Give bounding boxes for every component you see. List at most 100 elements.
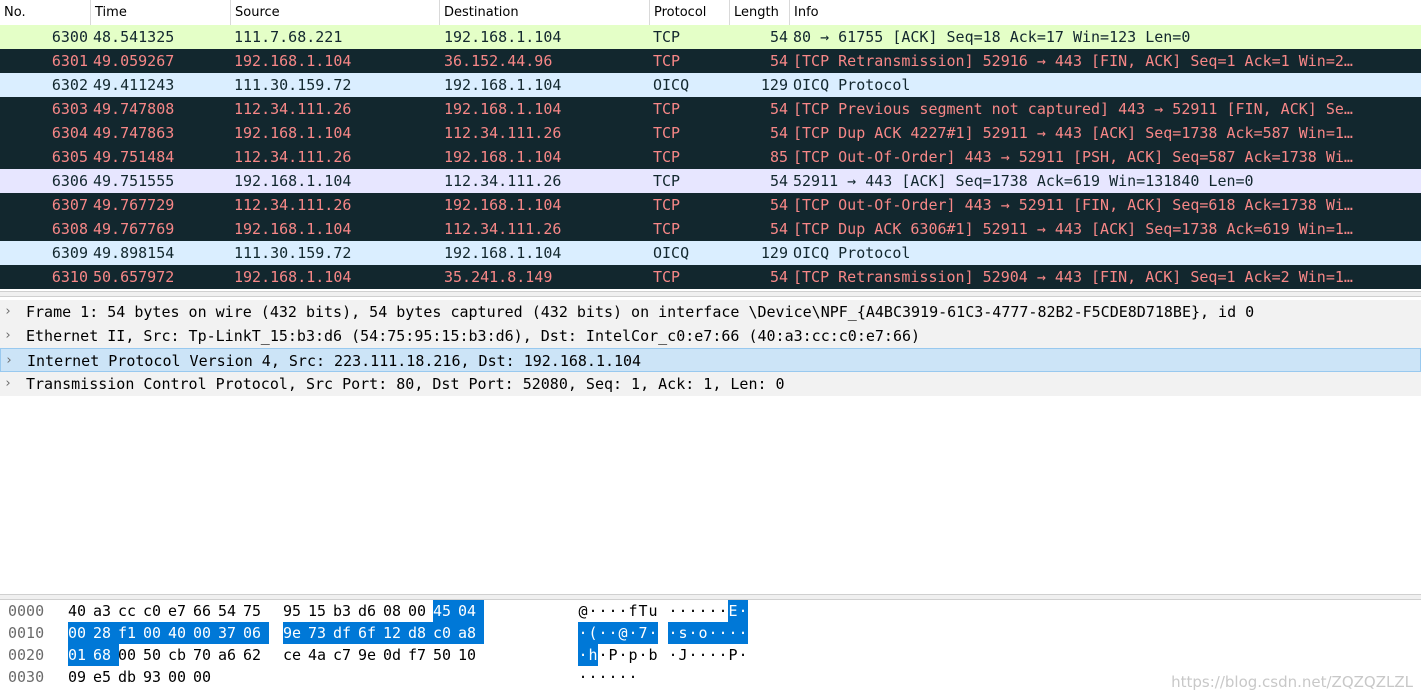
hex-byte[interactable]: 00 [193, 622, 219, 644]
ascii-byte[interactable]: · [698, 644, 708, 666]
hex-byte[interactable]: 93 [143, 666, 169, 688]
hex-byte[interactable]: 75 [243, 600, 269, 622]
ascii-byte[interactable]: · [628, 622, 638, 644]
packet-row[interactable]: 6304 49.747863 192.168.1.104 112.34.111.26 T… [0, 121, 1421, 145]
hex-byte[interactable]: 08 [383, 600, 409, 622]
hex-byte[interactable]: 45 [433, 600, 459, 622]
packet-row[interactable]: 6303 49.747808 112.34.111.26 192.168.1.104 T… [0, 97, 1421, 121]
ascii-byte[interactable]: · [728, 622, 738, 644]
ascii-byte[interactable]: · [578, 644, 588, 666]
packet-list-pane[interactable]: No. Time Source Destination Protocol Len… [0, 0, 1421, 290]
packet-row[interactable]: 6307 49.767729 112.34.111.26 192.168.1.104 T… [0, 193, 1421, 217]
ascii-byte[interactable]: · [668, 644, 678, 666]
packet-row[interactable]: 6306 49.751555 192.168.1.104 112.34.111.26 T… [0, 169, 1421, 193]
packet-details-pane[interactable]: › Frame 1: 54 bytes on wire (432 bits), 5… [0, 298, 1421, 594]
hex-byte[interactable]: a3 [93, 600, 119, 622]
hex-byte[interactable]: 06 [243, 622, 269, 644]
packet-row[interactable]: 6301 49.059267 192.168.1.104 36.152.44.96 TC… [0, 49, 1421, 73]
chevron-right-icon[interactable]: › [5, 349, 21, 373]
ascii-byte[interactable]: · [668, 622, 678, 644]
ascii-byte[interactable]: @ [618, 622, 628, 644]
hex-byte[interactable]: e7 [168, 600, 194, 622]
ascii-byte[interactable]: · [718, 644, 728, 666]
hex-byte[interactable]: 00 [143, 622, 169, 644]
hex-byte[interactable]: 50 [143, 644, 169, 666]
hex-byte[interactable]: df [333, 622, 359, 644]
ascii-byte[interactable]: P [728, 644, 738, 666]
ascii-byte[interactable]: ( [588, 622, 598, 644]
hex-byte[interactable]: 9e [283, 622, 309, 644]
hex-byte[interactable]: 62 [243, 644, 269, 666]
column-header-no[interactable]: No. [0, 0, 91, 25]
hex-byte[interactable]: 00 [408, 600, 434, 622]
column-header-time[interactable]: Time [91, 0, 231, 25]
detail-tree-item[interactable]: › Ethernet II, Src: Tp-LinkT_15:b3:d6 (54… [0, 324, 1421, 348]
ascii-byte[interactable]: · [588, 666, 598, 688]
hex-byte[interactable]: db [118, 666, 144, 688]
ascii-byte[interactable]: · [718, 600, 728, 622]
ascii-byte[interactable]: · [688, 622, 698, 644]
chevron-right-icon[interactable]: › [4, 300, 20, 324]
pane-splitter-top[interactable] [0, 291, 1421, 297]
hex-byte[interactable]: 28 [93, 622, 119, 644]
hex-byte[interactable]: 04 [458, 600, 484, 622]
hex-byte[interactable]: d8 [408, 622, 434, 644]
hex-byte[interactable]: 00 [193, 666, 219, 688]
ascii-byte[interactable]: J [678, 644, 688, 666]
column-header-destination[interactable]: Destination [440, 0, 650, 25]
ascii-byte[interactable]: · [598, 644, 608, 666]
ascii-byte[interactable]: P [608, 644, 618, 666]
hex-byte[interactable]: 4a [308, 644, 334, 666]
ascii-byte[interactable]: · [668, 600, 678, 622]
ascii-byte[interactable]: · [688, 644, 698, 666]
ascii-byte[interactable]: · [618, 666, 628, 688]
hex-byte[interactable]: 00 [118, 644, 144, 666]
hex-byte[interactable]: 70 [193, 644, 219, 666]
hex-byte[interactable]: c7 [333, 644, 359, 666]
hex-byte[interactable]: 12 [383, 622, 409, 644]
hex-byte[interactable]: d6 [358, 600, 384, 622]
packet-row[interactable]: 6308 49.767769 192.168.1.104 112.34.111.26 T… [0, 217, 1421, 241]
hex-byte[interactable]: 50 [433, 644, 459, 666]
ascii-byte[interactable]: · [648, 622, 658, 644]
packet-row[interactable]: 6310 50.657972 192.168.1.104 35.241.8.149 TC… [0, 265, 1421, 289]
ascii-byte[interactable]: · [708, 622, 718, 644]
ascii-byte[interactable]: · [708, 600, 718, 622]
ascii-byte[interactable]: o [698, 622, 708, 644]
ascii-byte[interactable]: b [648, 644, 658, 666]
column-header-length[interactable]: Length [730, 0, 790, 25]
ascii-byte[interactable]: p [628, 644, 638, 666]
hex-byte[interactable]: c0 [433, 622, 459, 644]
ascii-byte[interactable]: · [618, 600, 628, 622]
hex-byte[interactable]: 68 [93, 644, 119, 666]
ascii-byte[interactable]: · [598, 666, 608, 688]
hex-byte[interactable]: 00 [68, 622, 94, 644]
ascii-byte[interactable]: · [638, 644, 648, 666]
ascii-byte[interactable]: · [608, 622, 618, 644]
ascii-byte[interactable]: · [598, 622, 608, 644]
ascii-byte[interactable]: 7 [638, 622, 648, 644]
hex-byte[interactable]: c0 [143, 600, 169, 622]
ascii-byte[interactable]: h [588, 644, 598, 666]
hex-byte[interactable]: 10 [458, 644, 484, 666]
hex-byte[interactable]: 66 [193, 600, 219, 622]
hex-byte[interactable]: 09 [68, 666, 94, 688]
hex-byte[interactable]: 0d [383, 644, 409, 666]
column-header-protocol[interactable]: Protocol [650, 0, 730, 25]
hex-byte[interactable]: ce [283, 644, 309, 666]
ascii-byte[interactable]: s [678, 622, 688, 644]
hex-byte[interactable]: 40 [168, 622, 194, 644]
ascii-byte[interactable]: u [648, 600, 658, 622]
ascii-byte[interactable]: · [598, 600, 608, 622]
ascii-byte[interactable]: · [738, 644, 748, 666]
hex-byte[interactable]: 9e [358, 644, 384, 666]
hex-byte[interactable]: a6 [218, 644, 244, 666]
hex-byte[interactable]: a8 [458, 622, 484, 644]
packet-row[interactable]: 6309 49.898154 111.30.159.72 192.168.1.104 O… [0, 241, 1421, 265]
hex-byte[interactable]: 95 [283, 600, 309, 622]
ascii-byte[interactable]: · [708, 644, 718, 666]
packet-row[interactable]: 6302 49.411243 111.30.159.72 192.168.1.104 O… [0, 73, 1421, 97]
hex-byte[interactable]: b3 [333, 600, 359, 622]
ascii-byte[interactable]: · [738, 622, 748, 644]
ascii-byte[interactable]: · [608, 666, 618, 688]
